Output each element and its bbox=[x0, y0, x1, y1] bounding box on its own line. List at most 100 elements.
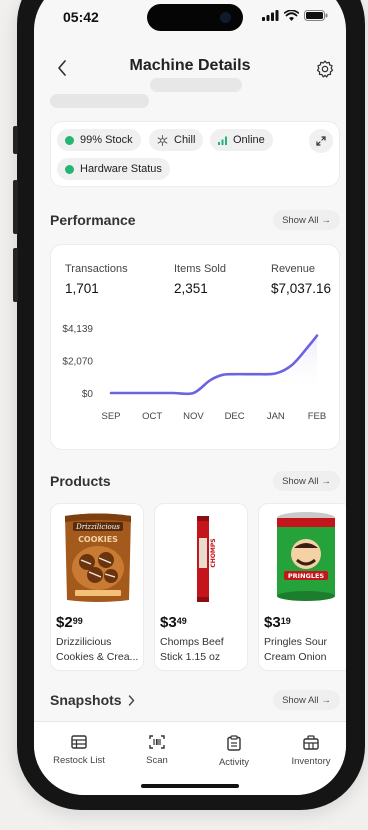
camera-icon bbox=[220, 12, 231, 23]
stock-chip-label: 99% Stock bbox=[80, 134, 133, 146]
price-cents: 99 bbox=[72, 616, 83, 626]
machine-name-placeholder bbox=[50, 94, 149, 108]
y-tick-label: $0 bbox=[82, 389, 94, 400]
phone-volume-up-button bbox=[13, 180, 18, 234]
product-name-line2: Cookies & Crea... bbox=[56, 651, 139, 663]
snapshots-title: Snapshots bbox=[50, 692, 122, 708]
product-image-drizzilicious: Drizzilicious COOKIES bbox=[65, 513, 131, 602]
page-title: Machine Details bbox=[129, 57, 251, 74]
x-tick-label: SEP bbox=[101, 411, 120, 422]
products-show-all-button[interactable]: Show All → bbox=[273, 471, 340, 491]
product-name: Pringles Sour Cream Onion bbox=[264, 635, 346, 665]
product-card[interactable]: Drizzilicious COOKIES $299 Drizzilicious… bbox=[50, 503, 144, 671]
svg-text:Drizzilicious: Drizzilicious bbox=[75, 523, 120, 531]
price-dollars: $3 bbox=[160, 614, 177, 631]
temperature-chip-label: Chill bbox=[174, 134, 196, 146]
product-card[interactable]: PRINGLES $319 Pringles Sour Cream Onion bbox=[258, 503, 346, 671]
snapshots-header: Snapshots Show All → bbox=[50, 690, 340, 712]
price-cents: 19 bbox=[280, 616, 291, 626]
product-price: $349 bbox=[160, 614, 187, 631]
products-title: Products bbox=[50, 473, 111, 489]
product-image-chomps: CHOMPS bbox=[197, 516, 217, 602]
bottom-tab-bar: Restock List Scan Activity Inventory bbox=[34, 721, 346, 795]
product-price: $319 bbox=[264, 614, 291, 631]
products-header: Products Show All → bbox=[50, 471, 340, 493]
dynamic-island bbox=[147, 4, 243, 31]
snapshots-title-link[interactable]: Snapshots bbox=[50, 692, 135, 708]
chevron-right-icon bbox=[128, 694, 135, 706]
hardware-status-label: Hardware Status bbox=[80, 163, 162, 175]
performance-show-all-button[interactable]: Show All → bbox=[273, 210, 340, 230]
product-price: $299 bbox=[56, 614, 83, 631]
price-cents: 49 bbox=[176, 616, 187, 626]
subtitle-placeholder bbox=[150, 78, 242, 92]
scan-icon bbox=[149, 735, 165, 749]
snowflake-icon bbox=[157, 134, 168, 146]
svg-text:COOKIES: COOKIES bbox=[78, 535, 118, 544]
performance-title: Performance bbox=[50, 212, 136, 228]
tab-scan[interactable]: Scan bbox=[122, 735, 192, 766]
restock-list-icon bbox=[71, 735, 87, 749]
y-tick-label: $2,070 bbox=[62, 357, 93, 368]
performance-card: Transactions 1,701 Items Sold 2,351 Reve… bbox=[50, 244, 340, 450]
connectivity-chip-label: Online bbox=[233, 134, 265, 146]
tab-label: Restock List bbox=[53, 755, 105, 766]
machine-status-card: 99% Stock Chill Online Hardware Status bbox=[50, 121, 340, 187]
arrow-right-icon: → bbox=[321, 214, 332, 226]
tab-inventory[interactable]: Inventory bbox=[276, 735, 346, 767]
inventory-icon bbox=[303, 735, 319, 750]
app-screen: 05:42 Machine Details 99% Stock Chill On… bbox=[34, 0, 346, 795]
phone-volume-down-button bbox=[13, 248, 18, 302]
temperature-chip[interactable]: Chill bbox=[149, 129, 204, 151]
wifi-icon bbox=[284, 10, 299, 21]
revenue-area-fill bbox=[111, 335, 317, 394]
price-dollars: $3 bbox=[264, 614, 281, 631]
x-tick-label: FEB bbox=[308, 411, 326, 422]
tab-restock-list[interactable]: Restock List bbox=[44, 735, 114, 766]
show-all-label: Show All bbox=[282, 214, 319, 226]
gear-icon bbox=[316, 60, 334, 78]
x-tick-label: JAN bbox=[267, 411, 285, 422]
show-all-label: Show All bbox=[282, 475, 319, 487]
product-name: Chomps Beef Stick 1.15 oz bbox=[160, 635, 247, 665]
product-image-pringles: PRINGLES bbox=[277, 512, 335, 601]
tab-activity[interactable]: Activity bbox=[199, 735, 269, 768]
show-all-label: Show All bbox=[282, 694, 319, 706]
connectivity-chip[interactable]: Online bbox=[210, 129, 273, 151]
revenue-line-chart: $4,139 $2,070 $0 SEP OCT NOV DEC JAN FEB bbox=[62, 324, 326, 422]
product-name-line2: Stick 1.15 oz bbox=[160, 651, 221, 663]
x-tick-label: DEC bbox=[225, 411, 245, 422]
product-name-line1: Chomps Beef bbox=[160, 636, 224, 648]
arrow-right-icon: → bbox=[321, 694, 332, 706]
battery-icon bbox=[304, 10, 328, 21]
status-icons bbox=[262, 10, 328, 21]
home-indicator bbox=[141, 784, 239, 788]
product-name-line2: Cream Onion bbox=[264, 651, 327, 663]
status-dot bbox=[65, 135, 74, 145]
product-name-line1: Pringles Sour bbox=[264, 636, 328, 648]
status-bar: 05:42 bbox=[34, 0, 346, 40]
signal-icon bbox=[218, 136, 227, 145]
hardware-status-chip[interactable]: Hardware Status bbox=[57, 158, 170, 180]
snapshots-show-all-button[interactable]: Show All → bbox=[273, 690, 340, 710]
expand-icon bbox=[316, 136, 326, 146]
x-tick-label: NOV bbox=[183, 411, 204, 422]
tab-label: Activity bbox=[218, 757, 250, 768]
cellular-signal-icon bbox=[262, 10, 279, 21]
status-dot bbox=[65, 164, 74, 174]
products-carousel[interactable]: Drizzilicious COOKIES $299 Drizzilicious… bbox=[50, 503, 346, 673]
performance-header: Performance Show All → bbox=[50, 210, 340, 232]
product-card[interactable]: CHOMPS $349 Chomps Beef Stick 1.15 oz bbox=[154, 503, 248, 671]
product-name: Drizzilicious Cookies & Crea... bbox=[56, 635, 143, 665]
tab-label: Scan bbox=[146, 755, 168, 766]
status-time: 05:42 bbox=[63, 9, 99, 25]
svg-text:PRINGLES: PRINGLES bbox=[288, 572, 325, 580]
clipboard-icon bbox=[227, 735, 241, 751]
phone-action-button bbox=[13, 126, 18, 154]
tab-label: Inventory bbox=[291, 756, 331, 767]
arrow-right-icon: → bbox=[321, 475, 332, 487]
settings-button[interactable] bbox=[312, 56, 338, 82]
price-dollars: $2 bbox=[56, 614, 73, 631]
stock-chip[interactable]: 99% Stock bbox=[57, 129, 141, 151]
expand-button[interactable] bbox=[309, 129, 333, 153]
